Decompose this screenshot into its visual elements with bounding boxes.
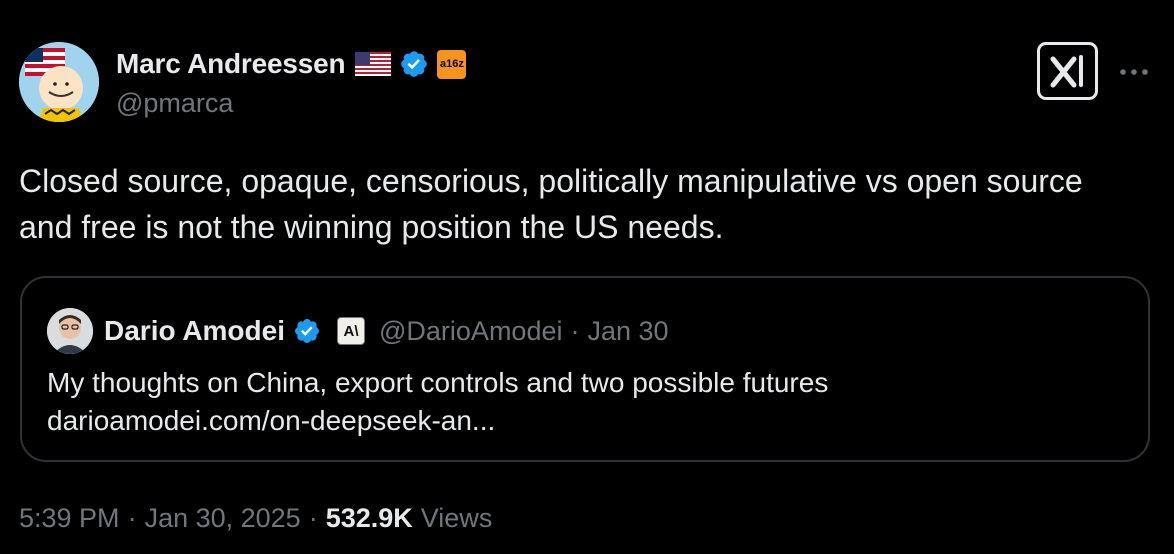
quoted-tweet-link[interactable]: darioamodei.com/on-deepseek-an... [47,402,1117,440]
author-name-row: Marc Andreessen a16z [116,46,467,82]
author-handle[interactable]: @pmarca [116,88,233,119]
quoted-author-handle[interactable]: @DarioAmodei [379,316,562,347]
quoted-tweet-header: Dario Amodei A\ @DarioAmodei · Jan 30 [104,308,669,354]
a16z-affiliate-badge[interactable]: a16z [437,49,467,79]
anthropic-affiliate-badge[interactable]: A\ [337,317,365,345]
tweet-text: Closed source, opaque, censorious, polit… [19,163,1083,245]
tweet-time[interactable]: 5:39 PM [19,503,120,534]
quoted-avatar-image-icon [47,308,93,354]
author-display-name[interactable]: Marc Andreessen [116,48,346,80]
author-avatar[interactable] [19,42,99,122]
tweet-metadata: 5:39 PM · Jan 30, 2025 · 532.9K Views [19,498,492,538]
separator-dot: · [127,502,137,533]
quoted-tweet-text: My thoughts on China, export controls an… [47,364,1117,440]
tweet-date[interactable]: Jan 30, 2025 [145,503,301,534]
quoted-tweet-date[interactable]: Jan 30 [587,316,668,347]
quoted-tweet-card[interactable]: Dario Amodei A\ @DarioAmodei · Jan 30 My… [20,276,1150,462]
us-flag-icon [355,52,392,76]
quoted-author-name[interactable]: Dario Amodei [104,315,285,347]
quoted-author-avatar[interactable] [47,308,93,354]
views-count[interactable]: 532.9K [326,503,413,534]
avatar-image-icon [19,42,99,122]
separator-dot: · [570,315,580,346]
more-options-icon[interactable] [1116,54,1152,90]
views-label: Views [420,502,493,533]
separator-dot: · [308,502,318,533]
verified-badge-icon[interactable] [399,49,429,79]
quoted-tweet-line-1: My thoughts on China, export controls an… [47,367,829,398]
verified-badge-icon[interactable] [293,317,321,345]
x-logo-icon[interactable] [1037,42,1098,100]
